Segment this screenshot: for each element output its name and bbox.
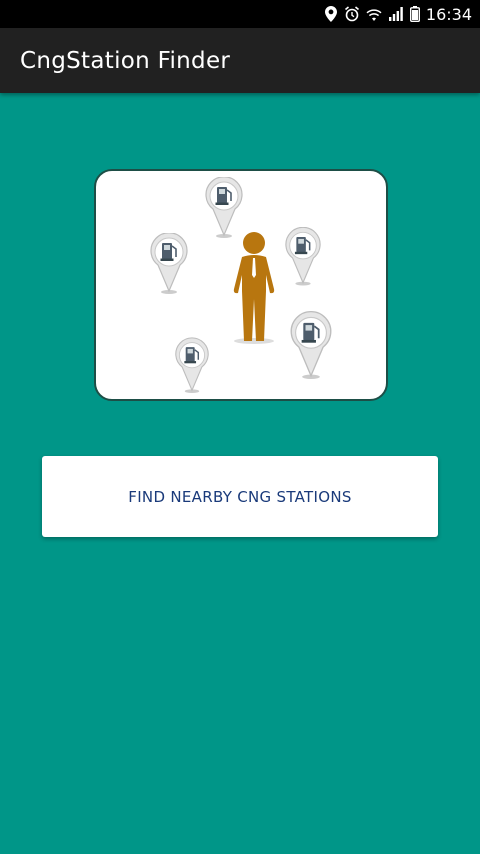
fuel-pin-icon — [205, 177, 243, 239]
app-bar: CngStation Finder — [0, 28, 480, 93]
illustration-graphic — [150, 177, 332, 394]
alarm-icon — [344, 6, 360, 22]
person-icon — [233, 232, 275, 344]
battery-icon — [409, 6, 420, 22]
wifi-icon — [366, 6, 382, 22]
signal-icon — [388, 6, 404, 22]
fuel-pin-icon — [290, 310, 332, 380]
location-icon — [324, 6, 338, 22]
fuel-pin-icon — [285, 227, 321, 287]
app-title: CngStation Finder — [20, 47, 231, 74]
clock-text: 16:34 — [425, 4, 472, 24]
status-bar: 16:34 — [0, 0, 480, 28]
illustration-card — [94, 169, 388, 401]
find-nearby-button[interactable]: FIND NEARBY CNG STATIONS — [42, 456, 438, 537]
fuel-pin-icon — [150, 233, 188, 295]
find-nearby-label: FIND NEARBY CNG STATIONS — [128, 487, 352, 506]
fuel-pin-icon — [175, 337, 209, 394]
